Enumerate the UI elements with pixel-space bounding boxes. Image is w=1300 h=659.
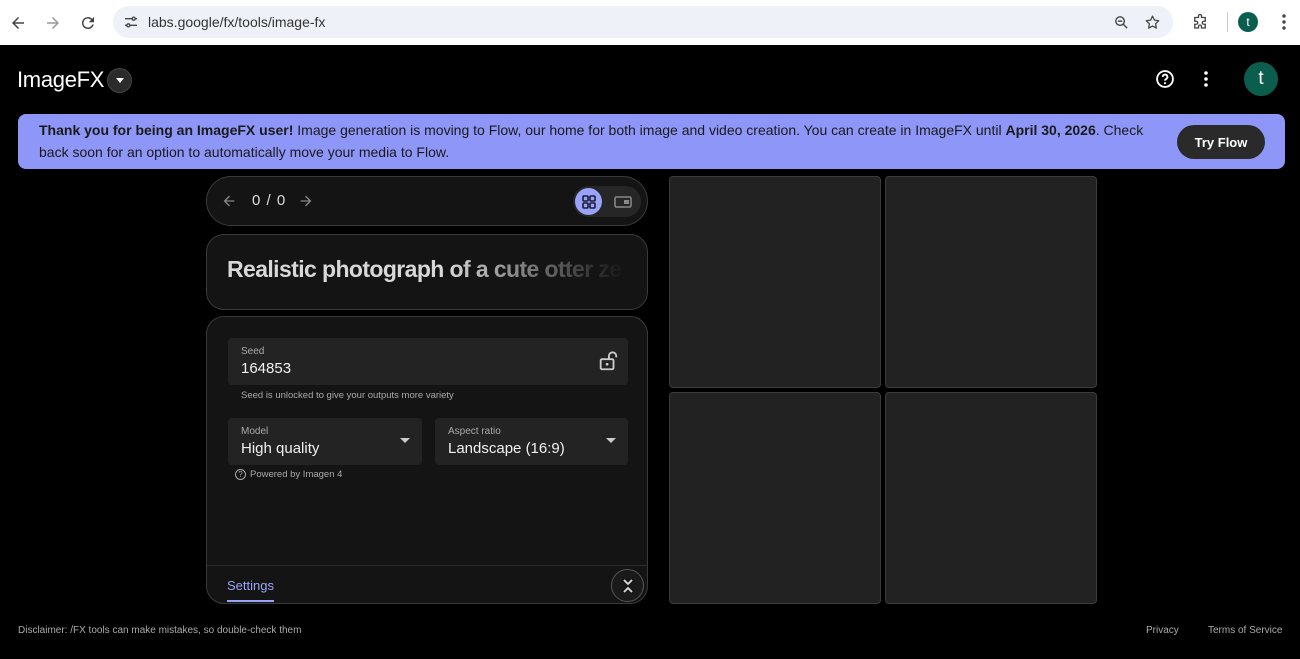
powered-by: ? Powered by Imagen 4 [235,469,342,480]
extensions-icon [1194,13,1206,29]
dropdown-caret-icon [606,438,616,443]
model-select[interactable]: Model High quality [228,418,422,465]
privacy-link[interactable]: Privacy [1146,625,1179,636]
browser-profile-avatar[interactable]: t [1238,12,1258,32]
model-value: High quality [241,440,320,457]
address-bar[interactable]: labs.google/fx/tools/image-fx [113,6,1173,38]
migration-banner: Thank you for being an ImageFX user! Ima… [18,114,1285,169]
image-tile[interactable] [669,176,881,388]
toolbar-divider [1227,12,1228,32]
banner-bold-date: April 30, 2026 [1005,122,1096,138]
collapse-icon [622,578,633,593]
site-info-icon[interactable] [123,14,139,30]
prompt-text[interactable]: Realistic photograph of a cute otter ze [227,256,627,283]
image-pager: 0 / 0 [206,176,648,226]
previous-button[interactable] [219,191,239,211]
app-logo[interactable]: ImageFX [17,67,104,93]
help-icon [1156,70,1174,88]
dropdown-caret-icon [400,438,410,443]
browser-toolbar: labs.google/fx/tools/image-fx t [0,0,1300,45]
banner-message: Thank you for being an ImageFX user! Ima… [39,120,1159,163]
aspect-ratio-value: Landscape (16:9) [448,440,565,457]
app-switcher-button[interactable] [107,68,132,93]
back-icon [12,16,24,29]
browser-menu-button[interactable] [1272,7,1296,37]
view-toggle [573,186,641,217]
reload-button[interactable] [71,6,105,40]
seed-field[interactable]: Seed 164853 [228,338,628,385]
help-circle-icon[interactable]: ? [235,469,246,480]
try-flow-button[interactable]: Try Flow [1177,125,1265,159]
app-header: ImageFX t [0,45,1300,113]
url-text[interactable]: labs.google/fx/tools/image-fx [148,14,325,30]
powered-by-text: Powered by Imagen 4 [250,469,343,480]
seed-value[interactable]: 164853 [241,360,291,377]
more-options-button[interactable] [1195,67,1217,91]
tab-settings[interactable]: Settings [227,578,274,593]
arrow-right-icon [300,195,312,207]
extensions-button[interactable] [1185,7,1215,37]
seed-hint: Seed is unlocked to give your outputs mo… [241,390,454,401]
forward-button[interactable] [36,6,70,40]
model-label: Model [241,426,269,437]
help-button[interactable] [1153,67,1177,91]
seed-label: Seed [241,346,265,357]
chevron-down-icon [115,78,124,83]
grid-view-button[interactable] [575,188,602,215]
grid-view-icon [581,194,596,209]
pager-count: 0 / 0 [252,192,287,209]
image-tile[interactable] [885,392,1097,604]
more-vert-icon [1204,71,1208,87]
image-tile[interactable] [669,392,881,604]
reload-icon [81,16,94,29]
settings-panel: Seed 164853 Seed is unlocked to give you… [206,316,648,604]
aspect-ratio-select[interactable]: Aspect ratio Landscape (16:9) [435,418,628,465]
banner-text-mid: Image generation is moving to Flow, our … [293,122,1006,138]
zoom-icon[interactable] [1113,14,1130,31]
disclaimer: Disclaimer: /FX tools can make mistakes,… [18,625,302,636]
banner-bold-lead: Thank you for being an ImageFX user! [39,122,294,138]
next-button[interactable] [296,191,316,211]
unlock-icon[interactable] [597,350,619,372]
footer: Disclaimer: /FX tools can make mistakes,… [0,620,1300,640]
arrow-left-icon [223,195,235,207]
prompt-card[interactable]: Realistic photograph of a cute otter ze [206,234,648,310]
forward-icon [47,16,59,29]
divider [207,565,647,566]
single-view-icon [614,196,632,208]
more-vert-icon [1282,14,1286,30]
collapse-button[interactable] [611,569,644,602]
bookmark-star-icon[interactable] [1144,14,1161,31]
back-button[interactable] [1,6,35,40]
user-avatar[interactable]: t [1244,62,1278,96]
aspect-ratio-label: Aspect ratio [448,426,501,437]
terms-link[interactable]: Terms of Service [1208,625,1282,636]
tab-settings-indicator [227,600,274,602]
single-view-button[interactable] [611,190,635,214]
image-tile[interactable] [885,176,1097,388]
